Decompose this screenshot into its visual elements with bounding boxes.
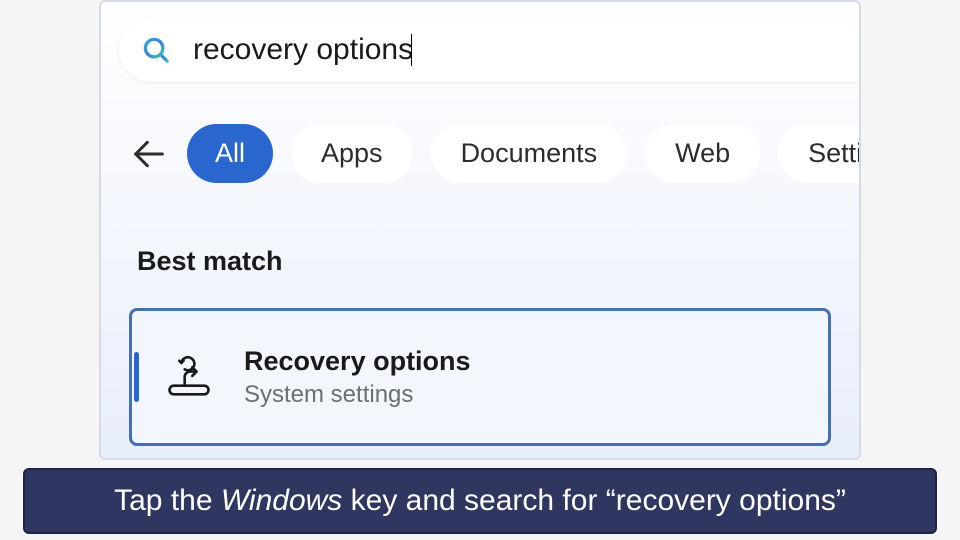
search-input[interactable]: recovery options — [193, 33, 412, 67]
result-recovery-options[interactable]: Recovery options System settings — [129, 308, 831, 446]
filter-label: Documents — [461, 138, 598, 168]
selection-accent — [134, 352, 139, 402]
recovery-icon — [160, 348, 218, 406]
filter-row: All Apps Documents Web Settings — [129, 124, 859, 183]
filter-tab-all[interactable]: All — [187, 124, 273, 183]
filter-tab-web[interactable]: Web — [645, 124, 760, 183]
caption-prefix: Tap the — [114, 484, 221, 517]
filter-tab-documents[interactable]: Documents — [431, 124, 628, 183]
filter-tab-apps[interactable]: Apps — [291, 124, 413, 183]
result-subtitle: System settings — [244, 381, 471, 409]
instruction-caption: Tap the Windows key and search for “reco… — [23, 468, 937, 534]
filter-label: Web — [675, 138, 730, 168]
text-cursor — [411, 34, 412, 66]
search-panel: recovery options All Apps Documents Web … — [99, 0, 861, 460]
search-query-text: recovery options — [193, 33, 413, 67]
section-heading: Best match — [137, 246, 283, 277]
filter-label: All — [215, 138, 245, 168]
search-bar[interactable]: recovery options — [119, 18, 859, 82]
caption-emphasis: Windows — [221, 484, 342, 517]
search-icon — [141, 35, 171, 65]
back-arrow[interactable] — [129, 134, 169, 174]
caption-suffix: key and search for “recovery options” — [342, 484, 846, 517]
filter-tab-settings[interactable]: Settings — [778, 124, 861, 183]
result-text: Recovery options System settings — [244, 346, 471, 409]
result-title: Recovery options — [244, 346, 471, 377]
filter-label: Apps — [321, 138, 383, 168]
filter-label: Settings — [808, 138, 861, 168]
